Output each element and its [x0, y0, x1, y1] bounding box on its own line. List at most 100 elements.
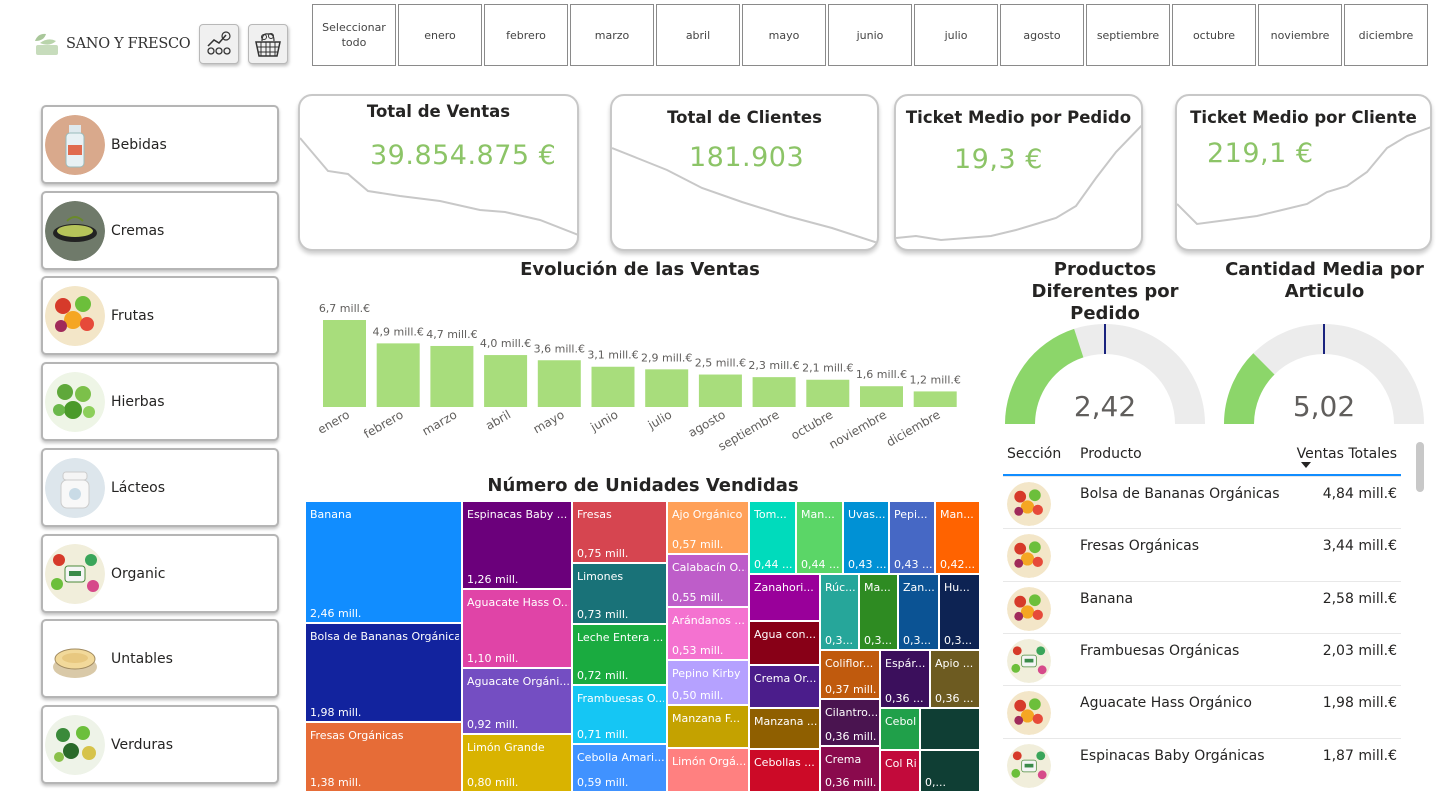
bar-marzo[interactable]: [430, 345, 474, 407]
treemap-tile[interactable]: Frambuesas O... 0,71 mill.: [572, 685, 667, 744]
treemap-tile[interactable]: Pepi... 0,43 ...: [889, 501, 935, 574]
month-button-marzo[interactable]: marzo: [570, 4, 654, 66]
table-row[interactable]: Espinacas Baby Orgánicas 1,87 mill.€: [1003, 737, 1401, 790]
bar-agosto[interactable]: [698, 374, 742, 407]
treemap-tile[interactable]: Cebolla Amari... 0,59 mill.: [572, 744, 667, 792]
treemap-tile[interactable]: Calabacín O... 0,55 mill.: [667, 554, 749, 607]
tile-value: 0,55 mill.: [672, 591, 724, 604]
bar-abril[interactable]: [484, 355, 528, 407]
month-button-agosto[interactable]: agosto: [1000, 4, 1084, 66]
analytics-dashboard-button[interactable]: [199, 24, 239, 64]
treemap-tile[interactable]: 0,...: [920, 750, 980, 792]
month-button-septiembre[interactable]: septiembre: [1086, 4, 1170, 66]
treemap-tile[interactable]: Aguacate Orgáni... 0,92 mill.: [462, 668, 572, 734]
category-button-cremas[interactable]: Cremas: [41, 191, 279, 270]
treemap-tile[interactable]: Col Riza...: [880, 750, 920, 792]
treemap-tile[interactable]: Agua con...: [749, 621, 820, 665]
treemap-tile[interactable]: Fresas 0,75 mill.: [572, 501, 667, 563]
treemap-tile[interactable]: Man... 0,44 ...: [796, 501, 843, 574]
tile-label: Fresas: [577, 508, 612, 521]
month-button-abril[interactable]: abril: [656, 4, 740, 66]
total-sales: 2,03 mill.€: [1322, 642, 1397, 659]
products-basket-button[interactable]: [248, 24, 288, 64]
bar-septiembre[interactable]: [752, 377, 796, 407]
scrollbar-thumb[interactable]: [1416, 442, 1424, 492]
month-button-mayo[interactable]: mayo: [742, 4, 826, 66]
category-button-hierbas[interactable]: Hierbas: [41, 362, 279, 441]
treemap-tile[interactable]: Espár... 0,36 ...: [880, 650, 930, 708]
category-button-bebidas[interactable]: Bebidas: [41, 105, 279, 184]
data-label: 4,0 mill.€: [480, 337, 531, 350]
treemap-tile[interactable]: Zanahori...: [749, 574, 820, 621]
treemap-tile[interactable]: Limón Grande 0,80 mill.: [462, 734, 572, 792]
category-button-lácteos[interactable]: Lácteos: [41, 448, 279, 527]
treemap-tile[interactable]: Zan... 0,3...: [898, 574, 939, 650]
treemap-tile[interactable]: Limón Orgá...: [667, 748, 749, 792]
category-button-untables[interactable]: Untables: [41, 619, 279, 698]
bar-febrero[interactable]: [376, 343, 420, 407]
column-header-seccion[interactable]: Sección: [1007, 446, 1061, 462]
treemap-tile[interactable]: Aguacate Hass O... 1,10 mill.: [462, 589, 572, 668]
month-button-julio[interactable]: julio: [914, 4, 998, 66]
bar-enero[interactable]: [323, 320, 366, 407]
x-tick-label: octubre: [789, 407, 836, 442]
bar-julio[interactable]: [645, 369, 689, 407]
treemap-tile[interactable]: Manzana F...: [667, 705, 749, 748]
table-row[interactable]: Bolsa de Bananas Orgánicas 4,84 mill.€: [1003, 476, 1401, 528]
treemap-tile[interactable]: Leche Entera ... 0,72 mill.: [572, 624, 667, 685]
month-button-noviembre[interactable]: noviembre: [1258, 4, 1342, 66]
treemap-tile[interactable]: [920, 708, 980, 750]
treemap-tile[interactable]: Ajo Orgánico 0,57 mill.: [667, 501, 749, 554]
month-button-junio[interactable]: junio: [828, 4, 912, 66]
tile-value: 0,43 ...: [848, 558, 886, 571]
month-button-febrero[interactable]: febrero: [484, 4, 568, 66]
treemap-tile[interactable]: Banana 2,46 mill.: [305, 501, 462, 623]
treemap-tile[interactable]: Coliflor... 0,37 mill.: [820, 650, 880, 699]
treemap-tile[interactable]: Fresas Orgánicas 1,38 mill.: [305, 722, 462, 792]
tile-label: Agua con...: [754, 628, 816, 641]
treemap-tile[interactable]: Tom... 0,44 ...: [749, 501, 796, 574]
treemap-tile[interactable]: Arándanos ... 0,53 mill.: [667, 607, 749, 660]
table-row[interactable]: Fresas Orgánicas 3,44 mill.€: [1003, 528, 1401, 580]
soup-bowl-icon: [45, 200, 105, 261]
bar-diciembre[interactable]: [913, 391, 957, 407]
month-button-enero[interactable]: enero: [398, 4, 482, 66]
treemap-tile[interactable]: Man... 0,42...: [935, 501, 980, 574]
table-row[interactable]: Aguacate Hass Orgánico 1,98 mill.€: [1003, 685, 1401, 737]
treemap-tile[interactable]: Hu... 0,3...: [939, 574, 980, 650]
treemap-tile[interactable]: Pepino Kirby 0,50 mill.: [667, 660, 749, 705]
treemap-tile[interactable]: Rúc... 0,3...: [820, 574, 859, 650]
table-row[interactable]: Banana 2,58 mill.€: [1003, 580, 1401, 633]
treemap-tile[interactable]: Apio ... 0,36 ...: [930, 650, 980, 708]
month-button-octubre[interactable]: octubre: [1172, 4, 1256, 66]
treemap-tile[interactable]: Crema Or...: [749, 665, 820, 708]
bar-octubre[interactable]: [806, 379, 850, 407]
treemap-tile[interactable]: Cilantro... 0,36 mill.: [820, 699, 880, 746]
treemap-tile[interactable]: Manzana ...: [749, 708, 820, 749]
treemap-tile[interactable]: Crema 0,36 mill.: [820, 746, 880, 792]
month-button-diciembre[interactable]: diciembre: [1344, 4, 1428, 66]
column-header-ventas[interactable]: Ventas Totales: [1297, 446, 1397, 462]
table-row[interactable]: Frambuesas Orgánicas 2,03 mill.€: [1003, 632, 1401, 685]
treemap-tile[interactable]: Cebolla ...: [880, 708, 920, 750]
treemap-tile[interactable]: Uvas... 0,43 ...: [843, 501, 889, 574]
bar-mayo[interactable]: [537, 360, 581, 407]
category-button-verduras[interactable]: Verduras: [41, 705, 279, 784]
treemap-tile[interactable]: Limones 0,73 mill.: [572, 563, 667, 624]
treemap-tile[interactable]: Cebollas ...: [749, 749, 820, 792]
tile-label: Zan...: [903, 581, 935, 594]
treemap-tile[interactable]: Ma... 0,3...: [859, 574, 898, 650]
month-select-all[interactable]: Seleccionar todo: [312, 4, 396, 66]
column-header-producto[interactable]: Producto: [1080, 446, 1142, 462]
bar-noviembre[interactable]: [860, 386, 903, 407]
product-name: Frambuesas Orgánicas: [1080, 642, 1240, 659]
tile-value: 0,43 ...: [894, 558, 932, 571]
table-scrollbar[interactable]: [1414, 440, 1426, 796]
bar-junio[interactable]: [591, 366, 635, 407]
x-tick-label: agosto: [686, 407, 728, 439]
treemap-tile[interactable]: Bolsa de Bananas Orgánicas 1,98 mill.: [305, 623, 462, 722]
treemap-tile[interactable]: Espinacas Baby ... 1,26 mill.: [462, 501, 572, 589]
data-label: 3,1 mill.€: [587, 349, 638, 362]
category-button-organic[interactable]: Organic: [41, 534, 279, 613]
category-button-frutas[interactable]: Frutas: [41, 276, 279, 355]
